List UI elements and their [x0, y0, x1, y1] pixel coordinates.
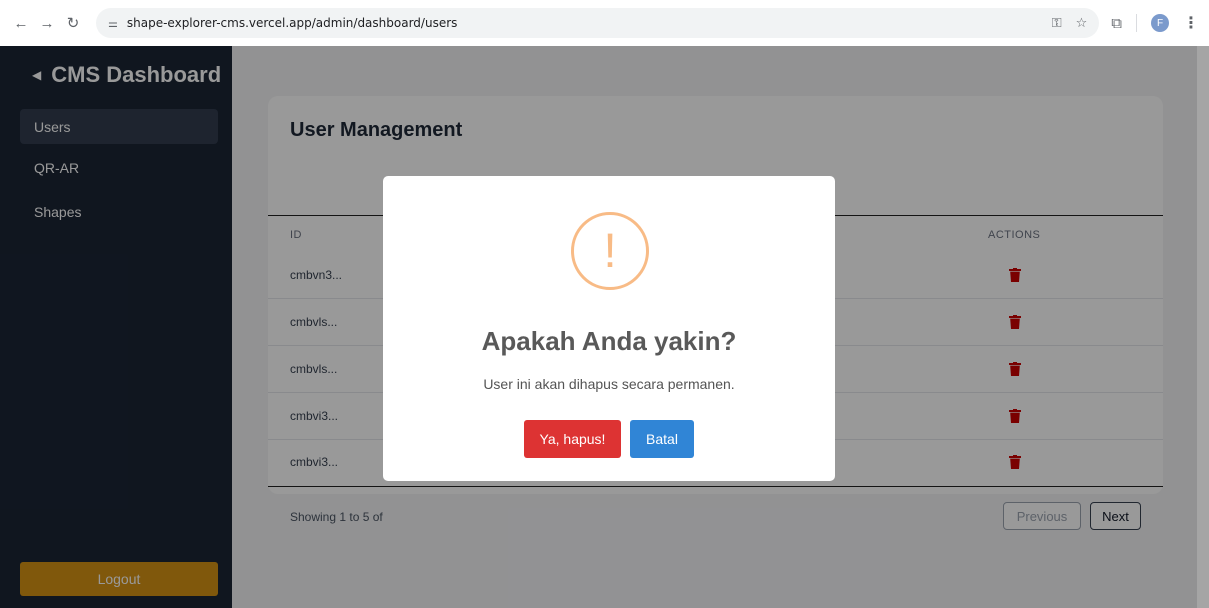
page-scrollbar[interactable] [1197, 46, 1209, 608]
confirm-delete-button[interactable]: Ya, hapus! [524, 420, 621, 458]
browser-toolbar: ← → ↻ ⚌ shape-explorer-cms.vercel.app/ad… [0, 0, 1209, 46]
forward-arrow-icon[interactable]: → [36, 12, 58, 34]
back-arrow-icon[interactable]: ← [10, 12, 32, 34]
url-text[interactable]: shape-explorer-cms.vercel.app/admin/dash… [127, 16, 1038, 30]
address-bar[interactable]: ⚌ shape-explorer-cms.vercel.app/admin/da… [96, 8, 1100, 38]
password-key-icon[interactable]: ⚿ [1052, 15, 1062, 31]
toolbar-divider [1136, 14, 1137, 32]
profile-avatar[interactable]: F [1151, 14, 1169, 32]
menu-kebab-icon[interactable]: ⋮ [1183, 13, 1199, 33]
extensions-icon[interactable]: ⧉ [1111, 15, 1122, 32]
bookmark-star-icon[interactable]: ☆ [1076, 15, 1088, 31]
dialog-title: Apakah Anda yakin? [481, 326, 737, 356]
site-info-icon[interactable]: ⚌ [108, 17, 118, 30]
cancel-button[interactable]: Batal [630, 420, 694, 458]
dialog-message: User ini akan dihapus secara permanen. [483, 376, 735, 392]
app-page: ◀ CMS Dashboard Users QR-AR Shapes Logou… [0, 46, 1209, 608]
confirm-delete-dialog: ! Apakah Anda yakin? User ini akan dihap… [383, 176, 835, 481]
reload-icon[interactable]: ↻ [62, 12, 84, 34]
warning-icon: ! [571, 212, 649, 290]
